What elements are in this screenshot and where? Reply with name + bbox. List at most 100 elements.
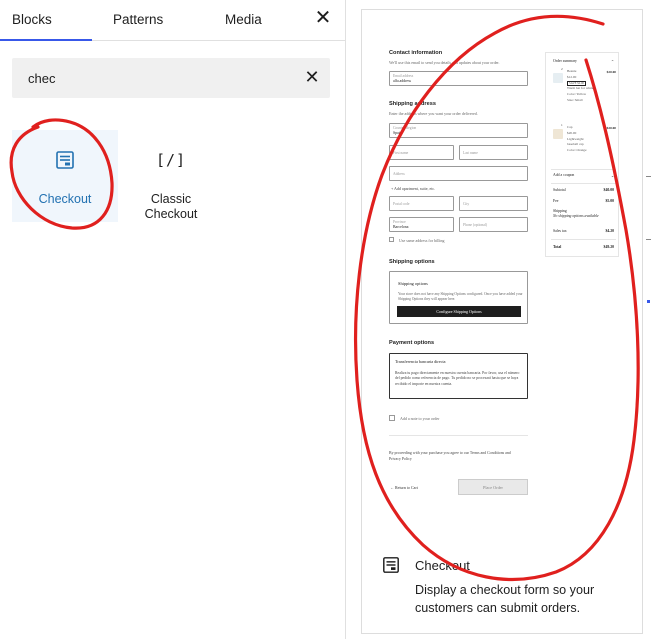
email-value: alfa.address [393, 79, 412, 83]
email-placeholder: Email address [393, 74, 414, 78]
item-color: Color: Orange [567, 148, 587, 153]
shortcode-bracket-icon: [/] [155, 151, 187, 169]
postal-field: Postal code [389, 196, 454, 211]
order-note-checkbox [389, 415, 395, 421]
block-item-classic-checkout[interactable]: [/] Classic Checkout [118, 130, 224, 222]
phone-placeholder: Phone (optional) [463, 223, 488, 227]
total-label: Total [553, 245, 562, 249]
sale-badge: SAVE $2.00 [567, 80, 586, 87]
tab-blocks[interactable]: Blocks [0, 12, 92, 41]
block-search: ✕ [12, 58, 330, 98]
add-apartment-link: + Add apartment, suite, etc. [391, 186, 436, 191]
block-item-label: Classic Checkout [144, 192, 198, 221]
shipping-help: Enter the address where you want your or… [389, 111, 478, 116]
clear-search-icon[interactable]: ✕ [302, 66, 322, 88]
checkout-form-icon [383, 557, 399, 573]
order-item-cap: Cap $20.00 Lightweight baseball cap Colo… [567, 125, 595, 154]
cap-thumbnail [553, 129, 563, 139]
shipping-options-box: Shipping options Your store does not hav… [389, 271, 528, 324]
last-name-placeholder: Last name [463, 151, 478, 155]
province-field: Province Barcelona [389, 217, 454, 232]
first-name-field: First name [389, 145, 454, 160]
item-total: $20.00 [606, 126, 616, 130]
checkout-preview: Contact information We'll use this email… [362, 10, 642, 535]
item-total: $20.00 [606, 70, 616, 74]
subtotal-value: $40.00 [603, 188, 614, 192]
address-field: Address [389, 166, 528, 181]
chevron-down-icon: ⌄ [610, 174, 614, 178]
checkout-form-icon [56, 151, 74, 169]
shipping-options-box-text: Your store does not have any Shipping Op… [398, 292, 523, 301]
country-field: Country/Region Spain [389, 123, 528, 138]
block-preview: Contact information We'll use this email… [361, 9, 643, 634]
divider [551, 239, 616, 240]
configure-shipping-button: Configure Shipping Options [397, 306, 521, 317]
shipping-options-heading: Shipping options [389, 259, 435, 265]
shipping-note: No shipping options available [553, 214, 599, 218]
total-value: $49.20 [603, 245, 614, 249]
tab-media[interactable]: Media [225, 12, 262, 27]
order-note-label: Add a note to your order [400, 416, 440, 421]
province-value: Barcelona [393, 225, 409, 229]
taxes-label: Sales tax [553, 229, 567, 233]
coupon-row: Add a coupon ⌄ [553, 173, 614, 178]
divider [551, 183, 616, 184]
country-placeholder: Country/Region [393, 126, 417, 130]
total-row: Total $49.20 [553, 245, 614, 249]
close-icon[interactable]: ✕ [313, 8, 333, 30]
editor-edge-mark [646, 176, 651, 177]
shipping-row: Shipping [553, 209, 614, 213]
same-billing-checkbox [389, 237, 394, 242]
block-info-title: Checkout [415, 558, 470, 573]
terms-text: By proceeding with your purchase you agr… [389, 451, 511, 461]
same-billing-label: Use same address for billing [399, 238, 445, 243]
payment-method-name: Transferencia bancaria directa [395, 359, 446, 364]
contact-help: We'll use this email to send you details… [389, 60, 500, 65]
search-input[interactable] [12, 58, 292, 98]
contact-heading: Contact information [389, 50, 443, 56]
shipping-options-box-title: Shipping options [398, 281, 428, 286]
beanie-thumbnail [553, 73, 563, 83]
divider [551, 169, 616, 170]
payment-options-heading: Payment options [389, 340, 435, 346]
block-info-description: Display a checkout form so your customer… [415, 583, 595, 615]
inserter-tabs: Blocks Patterns Media ✕ [0, 0, 345, 41]
postal-placeholder: Postal code [393, 202, 410, 206]
order-summary-title: Order summary ⌃ [553, 59, 614, 64]
country-value: Spain [393, 131, 402, 135]
city-placeholder: City [463, 202, 470, 206]
address-placeholder: Address [393, 172, 405, 176]
item-quantity: 1 [561, 123, 563, 127]
divider [389, 435, 528, 436]
order-item-beanie: Beanie $12.00 SAVE $2.00 Warm hat for wi… [567, 69, 595, 104]
last-name-field: Last name [459, 145, 528, 160]
coupon-label: Add a coupon [553, 173, 575, 177]
taxes-row: Sales tax $4.20 [553, 229, 614, 233]
block-item-checkout[interactable]: Checkout [12, 130, 118, 222]
first-name-placeholder: First name [393, 151, 409, 155]
block-inserter-panel: Blocks Patterns Media ✕ ✕ Checkout [/] C… [0, 0, 346, 639]
fee-value: $5.00 [605, 199, 614, 203]
editor-edge-mark [647, 300, 650, 303]
taxes-value: $4.20 [605, 229, 614, 233]
editor-edge-mark [646, 239, 651, 240]
province-placeholder: Province [393, 220, 406, 224]
city-field: City [459, 196, 528, 211]
tab-patterns[interactable]: Patterns [113, 12, 163, 27]
fee-row: Fee $5.00 [553, 199, 614, 203]
chevron-up-icon: ⌃ [610, 60, 614, 64]
subtotal-row: Subtotal $40.00 [553, 188, 614, 192]
item-size: Size: Small [567, 97, 583, 102]
order-summary: Order summary ⌃ 2 Beanie $12.00 SAVE $2.… [545, 52, 619, 257]
email-field: Email address alfa.address [389, 71, 528, 86]
block-item-label: Checkout [38, 192, 92, 206]
subtotal-label: Subtotal [553, 188, 566, 192]
place-order-button: Place Order [458, 479, 528, 495]
payment-method-desc: Realiza tu pago directamente en nuestra … [395, 371, 520, 386]
item-quantity: 2 [561, 67, 563, 71]
payment-method-box: Transferencia bancaria directa Realiza t… [389, 353, 528, 399]
shipping-address-heading: Shipping address [389, 101, 436, 107]
order-summary-title-text: Order summary [553, 59, 577, 63]
shipping-label: Shipping [553, 209, 567, 213]
phone-field: Phone (optional) [459, 217, 528, 232]
